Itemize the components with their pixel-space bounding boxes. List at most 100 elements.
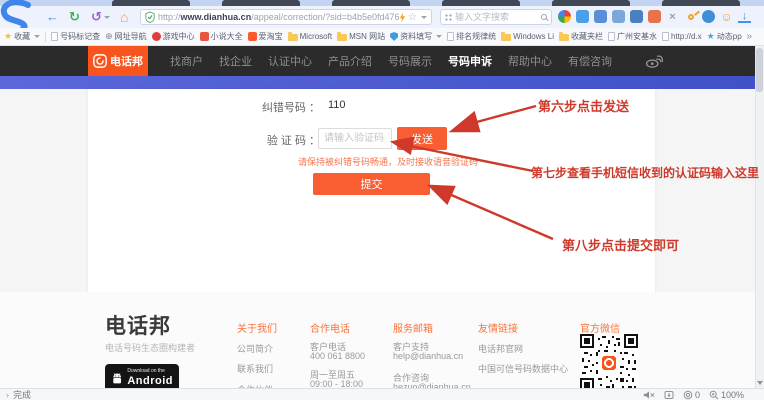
- bookmark-label: Windows Li: [513, 32, 554, 41]
- bookmark-item[interactable]: 动态pp: [707, 31, 742, 42]
- page-icon: [51, 32, 58, 41]
- submit-button[interactable]: 提交: [313, 173, 430, 195]
- bookmark-folder[interactable]: Windows Li: [501, 32, 554, 41]
- extension-icon[interactable]: [648, 10, 661, 23]
- nav-merchants[interactable]: 找商户: [170, 53, 203, 69]
- bookmark-item[interactable]: 广州安基水: [608, 31, 657, 42]
- extensions-row: [558, 10, 751, 23]
- browser-window: { "browser": { "url": { "prefix": "http:…: [0, 0, 764, 400]
- scrollbar-thumb[interactable]: [756, 48, 763, 92]
- bookmark-label: 资料填写: [400, 31, 432, 42]
- download-manager-icon[interactable]: [738, 10, 751, 23]
- footer-link-official[interactable]: 电话邦官网: [478, 342, 523, 355]
- bookmark-folder[interactable]: Microsoft: [288, 32, 332, 41]
- mute-icon[interactable]: [643, 390, 655, 400]
- nav-certification-center[interactable]: 认证中心: [268, 53, 312, 69]
- annotation-step8: 第八步点击提交即可: [562, 235, 679, 254]
- clipper-extension-icon[interactable]: [666, 10, 679, 23]
- scrollbar-down-arrow[interactable]: [757, 381, 763, 385]
- home-button[interactable]: [120, 9, 128, 25]
- site-brand-text: 电话邦: [110, 53, 143, 69]
- extension-icon[interactable]: [630, 10, 643, 23]
- captcha-input[interactable]: [318, 128, 392, 149]
- android-download-badge[interactable]: Download on the Android: [105, 364, 179, 388]
- nav-number-display[interactable]: 号码展示: [388, 53, 432, 69]
- refresh-button[interactable]: [69, 9, 80, 25]
- search-input[interactable]: [455, 12, 538, 22]
- bookmark-item[interactable]: 网址导航: [105, 31, 147, 42]
- bookmark-item[interactable]: 爱淘宝: [248, 31, 283, 42]
- status-chevron-icon: [6, 390, 9, 400]
- search-engine-icon[interactable]: [445, 14, 452, 21]
- bookmark-label: 游戏中心: [163, 31, 195, 42]
- nav-enterprises[interactable]: 找企业: [219, 53, 252, 69]
- bookmark-item[interactable]: 小说大全: [200, 31, 243, 42]
- bookmark-item[interactable]: 游戏中心: [152, 31, 195, 42]
- footer-col-about-title: 关于我们: [237, 320, 277, 335]
- bookmark-star-icon[interactable]: [408, 12, 417, 23]
- bookmark-item[interactable]: 号码标记查: [51, 31, 100, 42]
- bookmark-folder[interactable]: 收藏夹栏: [559, 31, 603, 42]
- taobao-icon: [248, 32, 257, 41]
- footer-link-contact[interactable]: 联系我们: [237, 362, 273, 375]
- footer-support-email[interactable]: help@dianhua.cn: [393, 351, 463, 361]
- globe-icon: [105, 31, 113, 42]
- send-button[interactable]: 发送: [397, 127, 447, 150]
- back-button[interactable]: [46, 9, 59, 25]
- nav-help-center[interactable]: 帮助中心: [508, 53, 552, 69]
- nav-number-appeal-active[interactable]: 号码申诉: [448, 53, 492, 69]
- chevron-down-icon: [34, 35, 40, 38]
- zoom-control[interactable]: 100%: [709, 390, 744, 400]
- password-key-icon[interactable]: [684, 10, 697, 23]
- bookmarks-bar: 收藏 号码标记查 网址导航 游戏中心 小说大全 爱淘宝 Microsoft MS…: [0, 28, 764, 46]
- bookmark-label: Microsoft: [300, 32, 332, 41]
- favorites-menu[interactable]: 收藏: [4, 31, 40, 42]
- ad-blocker-counter[interactable]: 0: [683, 390, 700, 400]
- bookmark-item[interactable]: 排名规律统: [447, 31, 496, 42]
- bookmark-item[interactable]: 资料填写: [390, 31, 442, 42]
- footer-link-data-center[interactable]: 中国可信号码数据中心: [478, 362, 568, 375]
- url-text[interactable]: http://www.dianhua.cn/appeal/correction/…: [158, 12, 399, 22]
- bookmarks-overflow-button[interactable]: [746, 31, 752, 42]
- folder-icon: [501, 34, 511, 41]
- extension-icon[interactable]: [702, 10, 715, 23]
- vertical-scrollbar[interactable]: [755, 46, 764, 388]
- site-logo[interactable]: 电话邦: [88, 46, 148, 76]
- translate-extension-icon[interactable]: [558, 10, 571, 23]
- folder-icon: [337, 34, 347, 41]
- captcha-label: 验 证 码 ：: [248, 132, 320, 148]
- footer-col-links-title: 友情链接: [478, 320, 518, 335]
- protection-icon[interactable]: [664, 390, 674, 400]
- search-box[interactable]: [440, 9, 552, 25]
- bookmark-folder[interactable]: MSN 网站: [337, 31, 385, 42]
- footer-brand: 电话邦: [105, 310, 171, 340]
- annotation-step7: 第七步查看手机短信收到的认证码输入这里: [531, 164, 759, 181]
- zoom-icon: [709, 390, 719, 400]
- extension-icon[interactable]: [594, 10, 607, 23]
- zoom-level: 100%: [721, 390, 744, 400]
- badge-big-text: Android: [127, 375, 173, 387]
- url-path: /appeal/correction/?sid=b4b5e0fd476fc4a2: [251, 12, 399, 22]
- address-bar[interactable]: http://www.dianhua.cn/appeal/correction/…: [140, 9, 432, 25]
- lightning-icon[interactable]: [399, 12, 406, 23]
- wechat-qr-code: [580, 334, 638, 388]
- site-nav: 找商户 找企业 认证中心 产品介绍 号码展示 号码申诉 帮助中心 有偿咨询: [170, 46, 612, 76]
- bookmark-label: 动态pp: [717, 31, 742, 42]
- chevron-down-icon[interactable]: [421, 16, 427, 19]
- bookmark-label: 爱淘宝: [259, 31, 283, 42]
- bookmark-label: 排名规律统: [456, 31, 496, 42]
- extension-icon[interactable]: [612, 10, 625, 23]
- nav-products[interactable]: 产品介绍: [328, 53, 372, 69]
- footer-link-company[interactable]: 公司简介: [237, 342, 273, 355]
- bookmark-item[interactable]: http://d.x: [662, 32, 702, 41]
- correction-form-card: 纠错号码 ： 110 验 证 码 ： 发送 请保持被纠错号码畅通，及时接收语音验…: [88, 89, 655, 292]
- smiley-extension-icon[interactable]: [720, 10, 733, 23]
- search-icon[interactable]: [541, 14, 547, 20]
- weibo-icon[interactable]: [645, 54, 663, 68]
- chevron-down-icon[interactable]: [104, 16, 110, 19]
- divider: [45, 32, 46, 42]
- extension-icon[interactable]: [576, 10, 589, 23]
- bookmark-label: 广州安基水: [617, 31, 657, 42]
- nav-paid-consulting[interactable]: 有偿咨询: [568, 53, 612, 69]
- history-back-button[interactable]: [91, 9, 110, 25]
